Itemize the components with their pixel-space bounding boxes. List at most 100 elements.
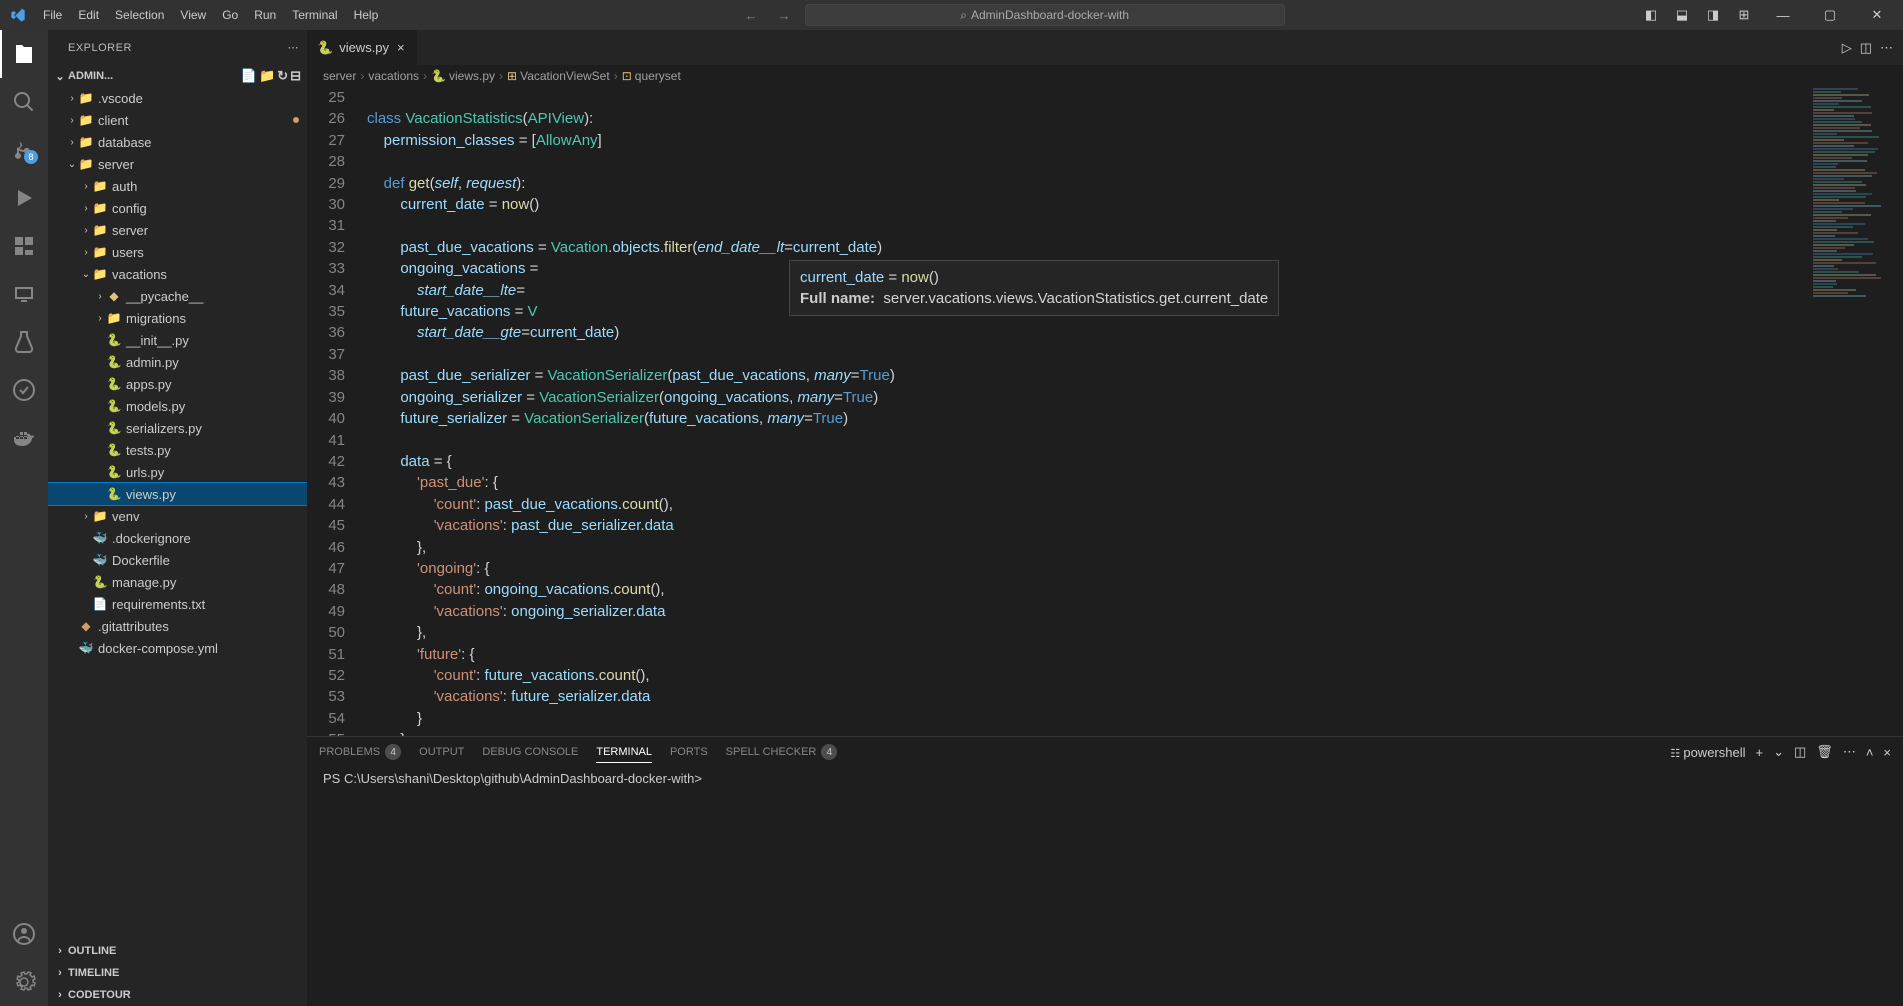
file-__pycache__[interactable]: ›◆__pycache__ (48, 285, 307, 307)
maximize-panel-icon[interactable]: ˄ (1866, 745, 1874, 760)
menu-edit[interactable]: Edit (70, 0, 107, 30)
bottom-panel: PROBLEMS4 OUTPUT DEBUG CONSOLE TERMINAL PORT… (307, 736, 1903, 1006)
command-center-search[interactable]: ⌕AdminDashboard-docker-with (805, 4, 1285, 26)
run-debug-activity[interactable] (0, 174, 48, 222)
file-server[interactable]: ⌄📁server (48, 153, 307, 175)
file-auth[interactable]: ›📁auth (48, 175, 307, 197)
close-tab-icon[interactable]: × (395, 38, 407, 57)
maximize-button[interactable]: ▢ (1808, 0, 1852, 30)
testing-activity[interactable] (0, 318, 48, 366)
remote-activity[interactable] (0, 270, 48, 318)
menu-terminal[interactable]: Terminal (284, 0, 345, 30)
menu-selection[interactable]: Selection (107, 0, 172, 30)
customize-layout-icon[interactable]: ⊞ (1730, 0, 1758, 30)
menu-help[interactable]: Help (346, 0, 387, 30)
file-tree: ›📁.vscode›📁client›📁database⌄📁server›📁aut… (48, 87, 307, 940)
panel-more-icon[interactable]: ⋯ (1843, 744, 1856, 760)
file-manage.py[interactable]: 🐍manage.py (48, 571, 307, 593)
file-serializers.py[interactable]: 🐍serializers.py (48, 417, 307, 439)
panel-tab-terminal[interactable]: TERMINAL (596, 742, 652, 763)
refresh-icon[interactable]: ↻ (277, 68, 288, 84)
breadcrumb-views.py[interactable]: 🐍views.py (431, 69, 495, 83)
explorer-title: EXPLORER (68, 42, 132, 54)
terminal-dropdown-icon[interactable]: ⌄ (1773, 744, 1784, 760)
timeline-section[interactable]: TIMELINE (48, 962, 307, 984)
run-icon[interactable]: ▷ (1842, 40, 1852, 56)
minimap[interactable] (1809, 87, 1889, 736)
panel-tab-spell-checker[interactable]: SPELL CHECKER4 (726, 740, 838, 764)
file-.dockerignore[interactable]: 🐳.dockerignore (48, 527, 307, 549)
new-folder-icon[interactable]: 📁 (259, 68, 275, 84)
vscode-icon (0, 7, 35, 23)
accounts-activity[interactable] (0, 910, 48, 958)
file-apps.py[interactable]: 🐍apps.py (48, 373, 307, 395)
tab-views-py[interactable]: 🐍 views.py × (307, 30, 418, 65)
file-vacations[interactable]: ⌄📁vacations (48, 263, 307, 285)
file-.gitattributes[interactable]: ◆.gitattributes (48, 615, 307, 637)
folder-header[interactable]: ADMIN... 📄 📁 ↻ ⊟ (48, 65, 307, 87)
new-terminal-icon[interactable]: + (1756, 745, 1764, 760)
nav-back-button[interactable]: ← (739, 8, 764, 23)
file-.vscode[interactable]: ›📁.vscode (48, 87, 307, 109)
split-terminal-icon[interactable]: ◫ (1794, 744, 1806, 760)
file-models.py[interactable]: 🐍models.py (48, 395, 307, 417)
file-requirements.txt[interactable]: 📄requirements.txt (48, 593, 307, 615)
split-editor-icon[interactable]: ◫ (1860, 40, 1872, 56)
menu-bar: FileEditSelectionViewGoRunTerminalHelp (35, 0, 386, 30)
python-file-icon: 🐍 (317, 40, 333, 56)
layout-sidebar-right-icon[interactable]: ◨ (1699, 0, 1727, 30)
explorer-activity[interactable] (0, 30, 48, 78)
source-control-activity[interactable]: 8 (0, 126, 48, 174)
minimize-button[interactable]: — (1761, 0, 1805, 30)
file-config[interactable]: ›📁config (48, 197, 307, 219)
new-file-icon[interactable]: 📄 (241, 68, 257, 84)
outline-section[interactable]: OUTLINE (48, 940, 307, 962)
file-admin.py[interactable]: 🐍admin.py (48, 351, 307, 373)
docker-activity[interactable] (0, 414, 48, 462)
file-Dockerfile[interactable]: 🐳Dockerfile (48, 549, 307, 571)
panel-tab-ports[interactable]: PORTS (670, 742, 708, 762)
panel-tab-problems[interactable]: PROBLEMS4 (319, 740, 401, 764)
breadcrumb-vacations[interactable]: vacations (368, 69, 419, 83)
editor-group: 🐍 views.py × ▷ ◫ ⋯ server›vacations›🐍vie… (307, 30, 1903, 1006)
terminal-shell-label[interactable]: ☷ powershell (1670, 745, 1745, 760)
explorer-more-icon[interactable]: ⋯ (288, 41, 300, 54)
menu-run[interactable]: Run (246, 0, 284, 30)
file-__init__.py[interactable]: 🐍__init__.py (48, 329, 307, 351)
editor-tabs: 🐍 views.py × ▷ ◫ ⋯ (307, 30, 1903, 65)
close-button[interactable]: ✕ (1855, 0, 1899, 30)
panel-tab-output[interactable]: OUTPUT (419, 742, 464, 762)
collapse-icon[interactable]: ⊟ (290, 68, 301, 84)
search-activity[interactable] (0, 78, 48, 126)
codetour-section[interactable]: CODETOUR (48, 984, 307, 1006)
file-docker-compose.yml[interactable]: 🐳docker-compose.yml (48, 637, 307, 659)
check-activity[interactable] (0, 366, 48, 414)
layout-sidebar-left-icon[interactable]: ◧ (1637, 0, 1665, 30)
file-client[interactable]: ›📁client (48, 109, 307, 131)
layout-panel-icon[interactable]: ⬓ (1668, 0, 1696, 30)
breadcrumb-VacationViewSet[interactable]: ⊞VacationViewSet (507, 69, 610, 83)
file-migrations[interactable]: ›📁migrations (48, 307, 307, 329)
file-database[interactable]: ›📁database (48, 131, 307, 153)
file-venv[interactable]: ›📁venv (48, 505, 307, 527)
extensions-activity[interactable] (0, 222, 48, 270)
file-urls.py[interactable]: 🐍urls.py (48, 461, 307, 483)
breadcrumbs[interactable]: server›vacations›🐍views.py›⊞VacationView… (307, 65, 1903, 87)
breadcrumb-queryset[interactable]: ⊡queryset (622, 69, 681, 83)
menu-file[interactable]: File (35, 0, 70, 30)
menu-go[interactable]: Go (214, 0, 246, 30)
file-users[interactable]: ›📁users (48, 241, 307, 263)
file-views.py[interactable]: 🐍views.py (48, 483, 307, 505)
kill-terminal-icon[interactable]: 🗑 (1816, 744, 1833, 760)
nav-forward-button[interactable]: → (772, 8, 797, 23)
menu-view[interactable]: View (172, 0, 214, 30)
settings-activity[interactable] (0, 958, 48, 1006)
code-editor[interactable]: 2526class VacationStatistics(APIView):27… (307, 87, 1903, 736)
more-actions-icon[interactable]: ⋯ (1880, 40, 1893, 56)
terminal[interactable]: PS C:\Users\shani\Desktop\github\AdminDa… (307, 767, 1903, 1006)
breadcrumb-server[interactable]: server (323, 69, 356, 83)
panel-tab-debug-console[interactable]: DEBUG CONSOLE (482, 742, 578, 762)
file-server[interactable]: ›📁server (48, 219, 307, 241)
close-panel-icon[interactable]: × (1883, 745, 1891, 760)
file-tests.py[interactable]: 🐍tests.py (48, 439, 307, 461)
